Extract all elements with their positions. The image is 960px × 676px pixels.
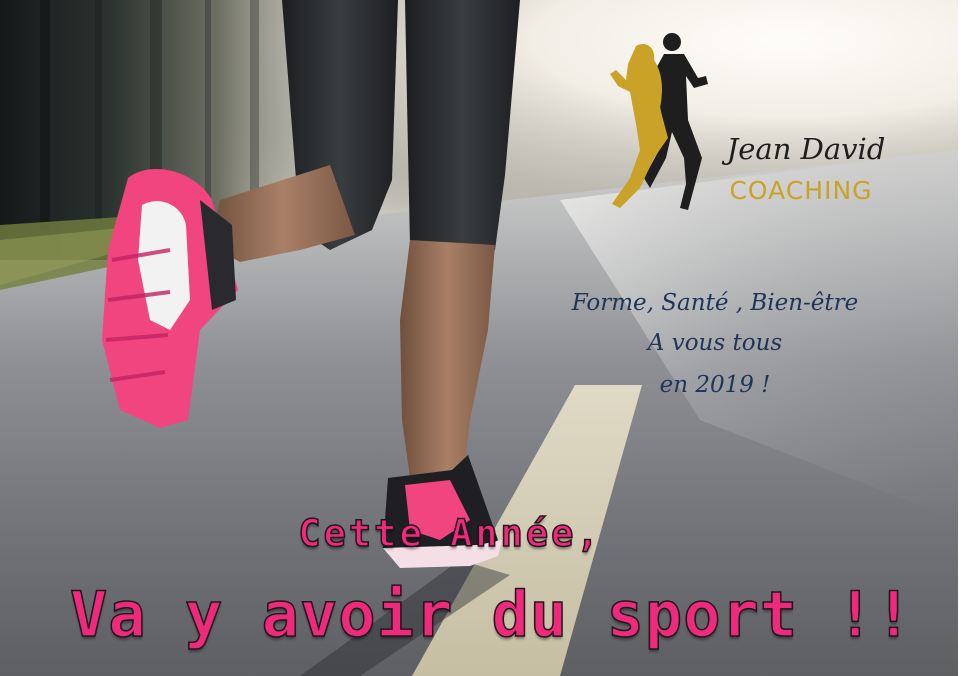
tagline-line-3: en 2019 ! xyxy=(659,372,771,398)
slogan-line-2: Va y avoir du sport !! xyxy=(69,577,914,652)
tagline-line-1: Forme, Santé , Bien-être xyxy=(571,290,859,316)
brand-name: Jean David xyxy=(726,132,886,166)
tagline-line-2: A vous tous xyxy=(647,330,783,356)
brand-subtitle: COACHING xyxy=(729,176,873,205)
running-couple-logo-icon xyxy=(610,33,708,210)
greeting-card: Jean David COACHING Forme, Santé , Bien-… xyxy=(0,0,958,676)
slogan-line-1: Cette Année, xyxy=(298,511,602,556)
